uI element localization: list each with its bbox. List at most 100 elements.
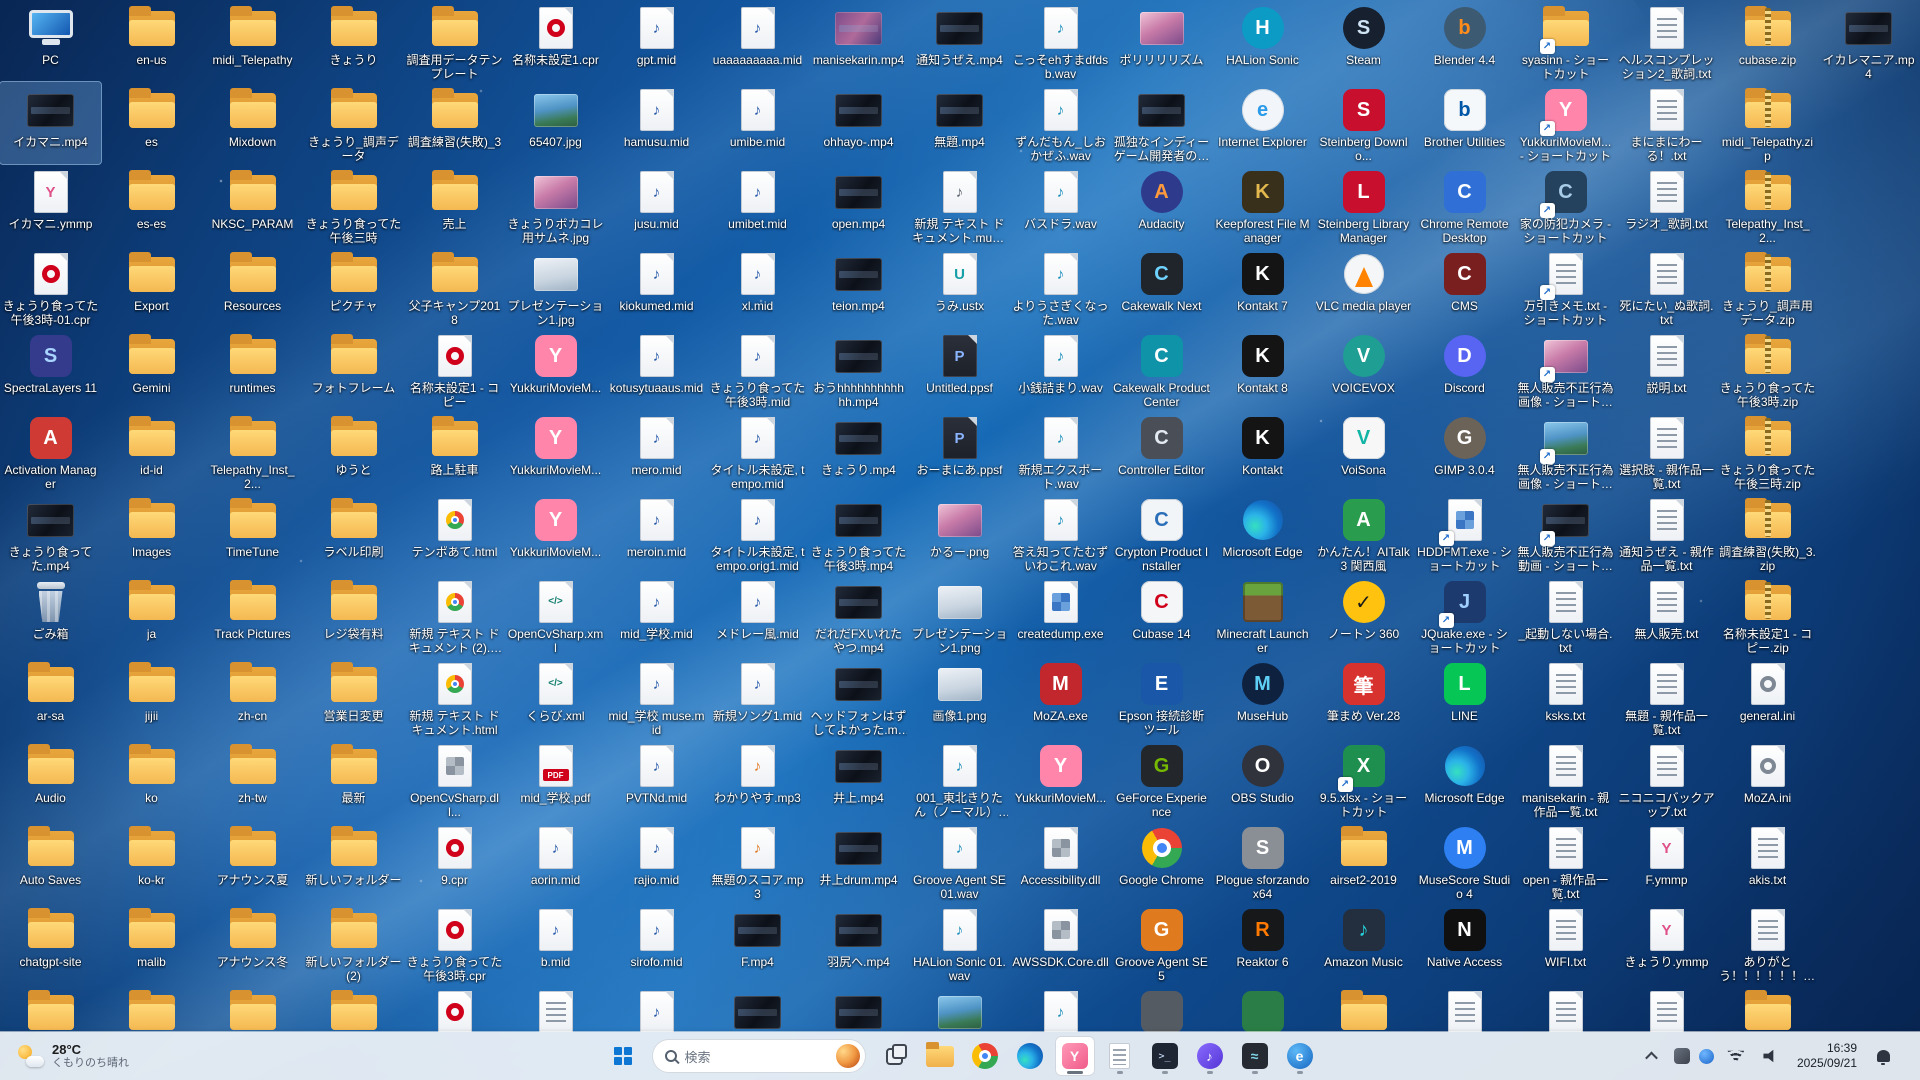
desktop-icon[interactable]: es xyxy=(101,82,202,164)
desktop-icon[interactable]: VLC media player xyxy=(1313,246,1414,328)
desktop-icon[interactable]: ko-kr xyxy=(101,820,202,902)
desktop-icon[interactable]: レジ袋有料 xyxy=(303,574,404,656)
desktop-icon[interactable]: ohhayo-.mp4 xyxy=(808,82,909,164)
desktop-icon[interactable]: Images xyxy=(101,492,202,574)
taskbar-file-explorer-button[interactable] xyxy=(920,1036,960,1076)
desktop-icon[interactable]: GGIMP 3.0.4 xyxy=(1414,410,1515,492)
volume-button[interactable] xyxy=(1758,1040,1784,1072)
desktop-icon[interactable]: Y↗YukkuriMovieM... - ショートカット xyxy=(1515,82,1616,164)
desktop-icon[interactable]: OpenCvSharp.dll... xyxy=(404,738,505,820)
desktop-icon[interactable]: ♪新規ソング1.mid xyxy=(707,656,808,738)
desktop-icon[interactable]: createdump.exe xyxy=(1010,574,1111,656)
desktop-icon[interactable]: ♪uaaaaaaaaa.mid xyxy=(707,0,808,82)
desktop-icon[interactable]: es-es xyxy=(101,164,202,246)
desktop-icon[interactable]: ♪バスドラ.wav xyxy=(1010,164,1111,246)
desktop-icon[interactable]: </>OpenCvSharp.xml xyxy=(505,574,606,656)
desktop-icon[interactable]: CCMS xyxy=(1414,246,1515,328)
taskbar-media-app-button[interactable]: ♪ xyxy=(1190,1036,1230,1076)
desktop-icon[interactable]: 無題 - 親作品一覧.txt xyxy=(1616,656,1717,738)
desktop-icon[interactable]: airset2-2019 xyxy=(1313,820,1414,902)
desktop-icon[interactable]: _起動しない場合.txt xyxy=(1515,574,1616,656)
desktop-icon[interactable]: ar-sa xyxy=(0,656,101,738)
desktop-icon[interactable]: ラベル印刷 xyxy=(303,492,404,574)
desktop-icon[interactable]: ♪jusu.mid xyxy=(606,164,707,246)
desktop-icon[interactable]: ♪kotusytuaaus.mid xyxy=(606,328,707,410)
desktop-icon[interactable]: まにまにわーる！.txt xyxy=(1616,82,1717,164)
desktop-icon[interactable]: ゆうと xyxy=(303,410,404,492)
desktop-icon[interactable]: 最新 xyxy=(303,738,404,820)
desktop-icon[interactable] xyxy=(1414,984,1515,1032)
tray-app-icon[interactable] xyxy=(1674,1048,1690,1064)
desktop-icon[interactable]: Gemini xyxy=(101,328,202,410)
start-button[interactable] xyxy=(603,1036,643,1076)
taskbar-yukkuri-movie-maker-button[interactable]: Y xyxy=(1055,1036,1095,1076)
desktop-icon[interactable]: Accessibility.dll xyxy=(1010,820,1111,902)
desktop-icon[interactable]: かるー.png xyxy=(909,492,1010,574)
desktop-icon[interactable]: RReaktor 6 xyxy=(1212,902,1313,984)
desktop-icon[interactable]: SSteam xyxy=(1313,0,1414,82)
weather-widget[interactable]: 28°C くもりのち晴れ xyxy=(8,1039,139,1074)
desktop-icon[interactable]: bBrother Utilities xyxy=(1414,82,1515,164)
desktop-icon[interactable]: TimeTune xyxy=(202,492,303,574)
desktop-icon[interactable]: ♪こっそehすまdfdsb.wav xyxy=(1010,0,1111,82)
desktop-icon[interactable]: open.mp4 xyxy=(808,164,909,246)
desktop-icon[interactable]: きょうり食ってた午後三時.zip xyxy=(1717,410,1818,492)
desktop-icon[interactable]: Aかんたん！AITalk 3 関西風 xyxy=(1313,492,1414,574)
desktop-icon[interactable] xyxy=(505,984,606,1032)
desktop-icon[interactable]: ♪001_東北きりたん（ノーマル）_今じゃ... xyxy=(909,738,1010,820)
desktop-icon[interactable]: ♪HALion Sonic 01.wav xyxy=(909,902,1010,984)
desktop-icon[interactable]: ja xyxy=(101,574,202,656)
desktop-icon[interactable]: ko xyxy=(101,738,202,820)
desktop-icon[interactable]: AWSSDK.Core.dll xyxy=(1010,902,1111,984)
desktop-icon[interactable]: ♪ずんだもん_しおかぜふ.wav xyxy=(1010,82,1111,164)
desktop-icon[interactable]: ♪xl.mid xyxy=(707,246,808,328)
desktop-icon[interactable]: きょうり食ってた午後3時.cpr xyxy=(404,902,505,984)
desktop-icon[interactable]: Resources xyxy=(202,246,303,328)
desktop-icon[interactable]: ♪PVTNd.mid xyxy=(606,738,707,820)
taskbar-audio-app-button[interactable]: ≈ xyxy=(1235,1036,1275,1076)
desktop-icon[interactable]: YYukkuriMovieM... xyxy=(505,410,606,492)
desktop-icon[interactable]: ♪hamusu.mid xyxy=(606,82,707,164)
desktop-icon[interactable]: J↗JQuake.exe - ショートカット xyxy=(1414,574,1515,656)
desktop-icon[interactable]: ♪わかりやす.mp3 xyxy=(707,738,808,820)
desktop-icon[interactable]: manisekarin - 親作品一覧.txt xyxy=(1515,738,1616,820)
desktop-icon[interactable]: 名称未設定1 - コピー xyxy=(404,328,505,410)
desktop-icon[interactable]: C↗家の防犯カメラ - ショートカット xyxy=(1515,164,1616,246)
desktop-icon[interactable]: 新しいフォルダー (2) xyxy=(303,902,404,984)
desktop-icon[interactable]: だれだFXいれたやつ.mp4 xyxy=(808,574,909,656)
desktop-icon[interactable]: YYukkuriMovieM... xyxy=(505,492,606,574)
desktop-icon[interactable]: Export xyxy=(101,246,202,328)
desktop-icon[interactable]: GGroove Agent SE 5 xyxy=(1111,902,1212,984)
desktop-icon[interactable]: 65407.jpg xyxy=(505,82,606,164)
clock[interactable]: 16:39 2025/09/21 xyxy=(1793,1039,1861,1073)
desktop-icon[interactable]: CChrome Remote Desktop xyxy=(1414,164,1515,246)
desktop-icon[interactable]: EEpson 接続診断ツール xyxy=(1111,656,1212,738)
desktop-icon[interactable]: PDFmid_学校.pdf xyxy=(505,738,606,820)
desktop-icon[interactable]: Microsoft Edge xyxy=(1212,492,1313,574)
desktop-icon[interactable]: きょうり_調声用データ.zip xyxy=(1717,246,1818,328)
desktop-icon[interactable]: 無人販売.txt xyxy=(1616,574,1717,656)
desktop-icon[interactable]: ♪よりうさぎくなった.wav xyxy=(1010,246,1111,328)
desktop-icon[interactable]: general.ini xyxy=(1717,656,1818,738)
desktop-icon[interactable]: WIFI.txt xyxy=(1515,902,1616,984)
desktop-icon[interactable]: プレゼンテーション1.png xyxy=(909,574,1010,656)
desktop-icon[interactable]: zh-cn xyxy=(202,656,303,738)
desktop-icon[interactable]: midi_Telepathy xyxy=(202,0,303,82)
desktop-icon[interactable]: YF.ymmp xyxy=(1616,820,1717,902)
desktop-icon[interactable] xyxy=(404,984,505,1032)
desktop-icon[interactable]: jijii xyxy=(101,656,202,738)
desktop-icon[interactable]: 新規 テキスト ドキュメント.html xyxy=(404,656,505,738)
desktop-icon[interactable] xyxy=(202,984,303,1032)
desktop-icon[interactable]: Yイカマニ.ymmp xyxy=(0,164,101,246)
desktop-icon[interactable]: きょうり xyxy=(303,0,404,82)
desktop-icon[interactable]: 調査用データテンプレート xyxy=(404,0,505,82)
desktop-icon[interactable]: LSteinberg Library Manager xyxy=(1313,164,1414,246)
desktop-icon[interactable]: teion.mp4 xyxy=(808,246,909,328)
desktop-icon[interactable]: SPlogue sforzando x64 xyxy=(1212,820,1313,902)
desktop-icon[interactable]: Minecraft Launcher xyxy=(1212,574,1313,656)
desktop-icon[interactable]: ↗無人販売不正行為画像 - ショートカット xyxy=(1515,328,1616,410)
desktop-icon[interactable]: OOBS Studio xyxy=(1212,738,1313,820)
desktop-icon[interactable]: ♪meroin.mid xyxy=(606,492,707,574)
desktop-icon[interactable]: ♪きょうり食ってた午後3時.mid xyxy=(707,328,808,410)
desktop-icon[interactable]: きょうり食ってた午後3時.mp4 xyxy=(808,492,909,574)
